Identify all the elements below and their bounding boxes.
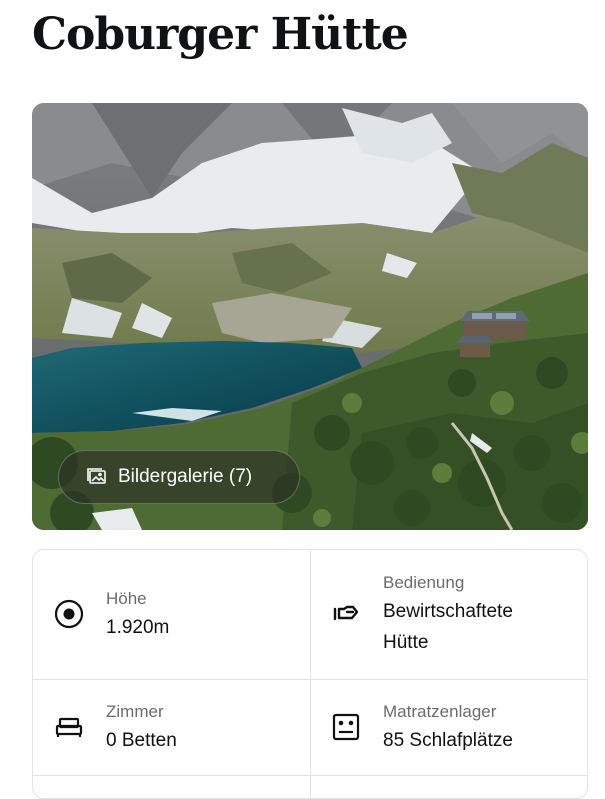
page-title: Coburger Hütte (32, 9, 409, 60)
service-hand-icon (331, 599, 361, 629)
fact-value-line1: Bewirtschaftete (383, 601, 513, 622)
bed-icon (54, 712, 84, 742)
fact-rooms: Zimmer 0 Betten (33, 680, 310, 775)
gallery-icon (85, 465, 109, 489)
fact-label: Höhe (106, 589, 147, 608)
fact-value: 1.920m (106, 617, 170, 638)
fact-label: Bedienung (383, 573, 465, 592)
fact-value: 85 Schlafplätze (383, 730, 513, 751)
fact-value: 0 Betten (106, 730, 177, 751)
fact-mattress-dorm: Matratzenlager 85 Schlafplätze (311, 680, 589, 775)
fact-service: Bedienung Bewirtschaftete Hütte (311, 550, 589, 679)
grid-divider-horizontal (33, 775, 587, 776)
mattress-icon (331, 712, 361, 742)
fact-altitude: Höhe 1.920m (33, 550, 310, 679)
fact-label: Zimmer (106, 702, 164, 721)
hut-facts-grid: Höhe 1.920m Bedienung Bewirtschaftete Hü… (32, 549, 588, 799)
hut-photo[interactable]: Bildergalerie (7) (32, 103, 588, 530)
fact-label: Matratzenlager (383, 702, 497, 721)
altitude-dot-icon (54, 599, 84, 629)
gallery-button-label: Bildergalerie (7) (118, 466, 253, 487)
fact-value-line2: Hütte (383, 632, 429, 653)
gallery-button[interactable]: Bildergalerie (7) (58, 450, 300, 504)
